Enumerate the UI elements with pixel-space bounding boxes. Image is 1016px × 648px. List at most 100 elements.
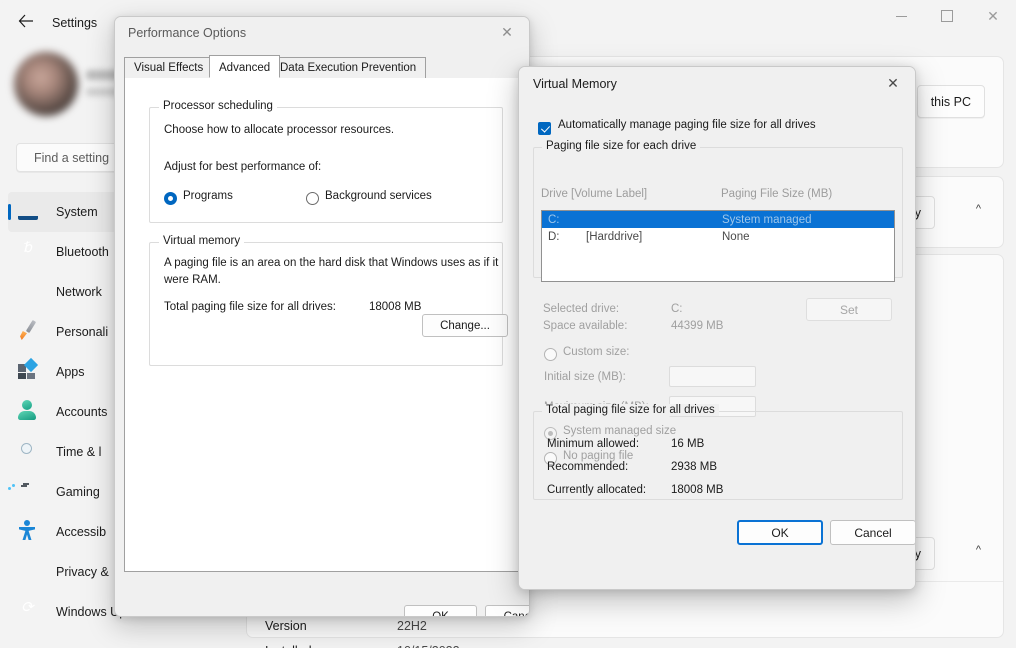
row-size: System managed xyxy=(722,213,812,226)
installed-on-value: 10/15/2022 xyxy=(397,644,460,648)
radio-programs[interactable] xyxy=(164,192,177,205)
sidebar-item-label: System xyxy=(56,205,98,219)
radio-programs-label: Programs xyxy=(183,190,233,202)
dialog-title: Performance Options xyxy=(128,26,247,40)
virtual-memory-title: Virtual memory xyxy=(159,235,245,247)
initial-size-input xyxy=(669,366,756,387)
minimum-allowed-value: 16 MB xyxy=(671,438,705,450)
sidebar-item-label: Bluetooth xyxy=(56,245,109,259)
tab-data-execution-prevention[interactable]: Data Execution Prevention xyxy=(270,57,427,79)
selected-drive-value: C: xyxy=(671,303,683,315)
privacy-shield-icon xyxy=(18,560,42,584)
chevron-up-icon[interactable]: ^ xyxy=(976,544,981,556)
maximize-button[interactable] xyxy=(924,0,970,32)
total-paging-value: 18008 MB xyxy=(369,301,422,313)
row-volume: [Harddrive] xyxy=(586,230,643,243)
sidebar-item-label: Time & l xyxy=(56,445,102,459)
auto-manage-label: Automatically manage paging file size fo… xyxy=(558,119,816,131)
column-header-paging-size: Paging File Size (MB) xyxy=(721,188,833,200)
minimize-icon xyxy=(895,15,907,17)
network-icon xyxy=(18,280,42,304)
gaming-icon xyxy=(18,480,42,504)
accounts-icon xyxy=(18,400,42,424)
installed-on-label: Installed on xyxy=(265,644,329,648)
processor-scheduling-title: Processor scheduling xyxy=(159,100,277,112)
sidebar-item-label: Gaming xyxy=(56,485,100,499)
close-button[interactable]: ✕ xyxy=(970,0,1016,32)
performance-options-dialog: Performance Options ✕ Visual Effects Adv… xyxy=(114,16,530,617)
paging-file-size-title: Paging file size for each drive xyxy=(542,140,701,152)
sidebar-item-label: Network xyxy=(56,285,102,299)
selected-drive-label: Selected drive: xyxy=(543,303,620,315)
change-button[interactable]: Change... xyxy=(422,314,508,337)
recommended-label: Recommended: xyxy=(547,461,629,473)
currently-allocated-value: 18008 MB xyxy=(671,484,724,496)
total-paging-title: Total paging file size for all drives xyxy=(542,404,719,416)
tab-advanced[interactable]: Advanced xyxy=(209,55,281,78)
virtual-memory-body: Automatically manage paging file size fo… xyxy=(519,100,915,589)
radio-background-services[interactable] xyxy=(306,192,319,205)
minimum-allowed-label: Minimum allowed: xyxy=(547,438,640,450)
recommended-value: 2938 MB xyxy=(671,461,718,473)
vm-cancel-button[interactable]: Cancel xyxy=(830,520,915,545)
tab-visual-effects[interactable]: Visual Effects xyxy=(124,57,214,79)
version-value: 22H2 xyxy=(397,619,427,633)
virtual-memory-description-line2: were RAM. xyxy=(164,274,221,286)
table-row[interactable]: D: [Harddrive] None xyxy=(542,228,894,245)
performance-options-titlebar: Performance Options ✕ xyxy=(115,17,529,49)
custom-size-label: Custom size: xyxy=(563,346,630,358)
row-size: None xyxy=(722,230,750,243)
space-available-value: 44399 MB xyxy=(671,320,724,332)
chevron-up-icon[interactable]: ^ xyxy=(976,203,981,215)
initial-size-label: Initial size (MB): xyxy=(544,371,626,383)
search-placeholder: Find a setting xyxy=(34,150,110,165)
sidebar-item-label: Privacy & xyxy=(56,565,109,579)
total-paging-label: Total paging file size for all drives: xyxy=(164,301,336,313)
perf-ok-button[interactable]: OK xyxy=(404,605,477,616)
close-icon[interactable]: ✕ xyxy=(871,67,915,99)
virtual-memory-description-line1: A paging file is an area on the hard dis… xyxy=(164,257,499,269)
radio-background-services-label: Background services xyxy=(325,190,432,202)
perf-cancel-button[interactable]: Cancel xyxy=(485,605,529,616)
column-header-drive: Drive [Volume Label] xyxy=(541,188,648,200)
sidebar-item-label: Apps xyxy=(56,365,85,379)
apps-icon xyxy=(18,357,42,384)
avatar[interactable] xyxy=(14,52,78,116)
back-arrow-icon[interactable] xyxy=(12,9,40,33)
maximize-icon xyxy=(941,10,953,22)
processor-scheduling-group: Processor scheduling Choose how to alloc… xyxy=(149,100,503,223)
minimize-button[interactable] xyxy=(878,0,924,32)
performance-options-tabpanel: Processor scheduling Choose how to alloc… xyxy=(124,78,520,572)
accessibility-icon xyxy=(18,520,42,544)
sidebar-item-label: Accessib xyxy=(56,525,107,539)
windows-update-icon xyxy=(18,600,42,624)
adjust-best-performance-label: Adjust for best performance of: xyxy=(164,161,322,173)
close-icon: ✕ xyxy=(987,8,999,24)
page-title: Settings xyxy=(52,16,98,30)
system-icon xyxy=(18,200,42,224)
radio-custom-size xyxy=(544,348,557,361)
table-row[interactable]: C: System managed xyxy=(542,211,894,228)
currently-allocated-label: Currently allocated: xyxy=(547,484,647,496)
personalization-icon xyxy=(18,320,42,344)
space-available-label: Space available: xyxy=(543,320,628,332)
drive-listbox[interactable]: C: System managed D: [Harddrive] None xyxy=(541,210,895,282)
virtual-memory-dialog: Virtual Memory ✕ Automatically manage pa… xyxy=(518,66,916,590)
row-drive: D: xyxy=(548,230,560,243)
copy-this-pc-button[interactable]: this PC xyxy=(916,85,985,118)
virtual-memory-titlebar: Virtual Memory ✕ xyxy=(519,67,915,100)
performance-options-tablist: Visual Effects Advanced Data Execution P… xyxy=(124,55,520,79)
auto-manage-checkbox[interactable] xyxy=(538,122,551,135)
version-label: Version xyxy=(265,619,307,633)
processor-scheduling-description: Choose how to allocate processor resourc… xyxy=(164,124,395,136)
time-language-icon xyxy=(18,440,42,464)
vm-ok-button[interactable]: OK xyxy=(737,520,823,545)
dialog-title: Virtual Memory xyxy=(533,77,617,91)
set-button: Set xyxy=(806,298,892,321)
bluetooth-icon xyxy=(18,240,42,264)
sidebar-item-label: Accounts xyxy=(56,405,108,419)
row-drive: C: xyxy=(548,213,560,226)
close-icon[interactable]: ✕ xyxy=(485,17,529,48)
sidebar-item-label: Personali xyxy=(56,325,109,339)
virtual-memory-group: Virtual memory A paging file is an area … xyxy=(149,235,503,366)
